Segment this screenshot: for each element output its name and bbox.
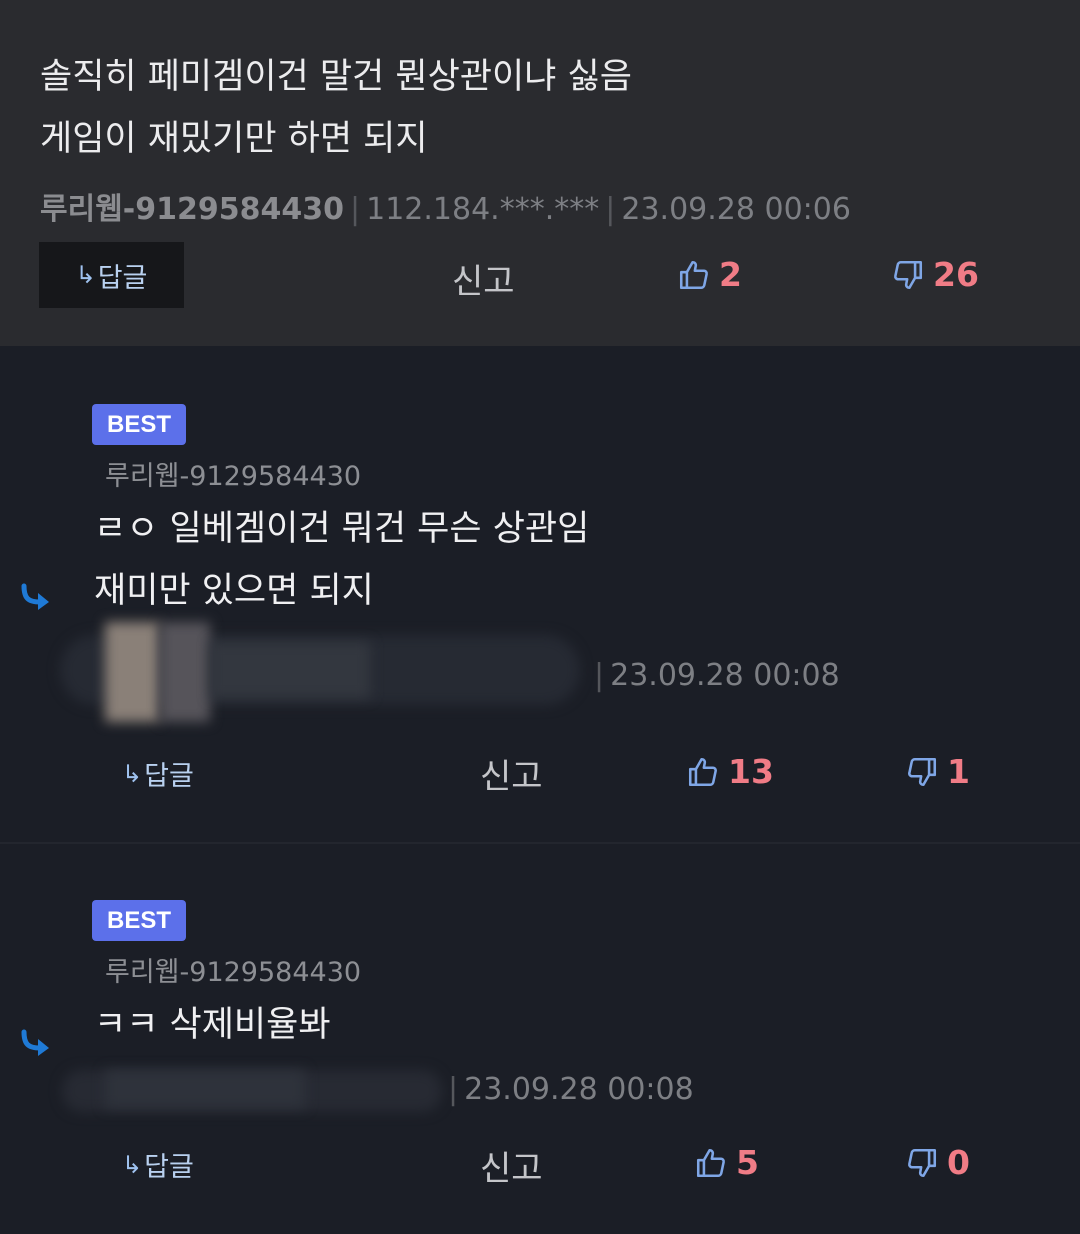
- thumbs-down-icon: [908, 1148, 937, 1177]
- meta-separator: |: [605, 192, 616, 227]
- post-downvote-button[interactable]: 26: [891, 255, 979, 294]
- reply-label: 답글: [144, 761, 194, 792]
- comment-meta: | 23.09.28 00:08: [588, 658, 840, 693]
- downvote-count: 26: [933, 255, 979, 294]
- comment-author[interactable]: 루리웹-9129584430: [105, 454, 361, 493]
- comment-text-line-1: ㅋㅋ 삭제비율봐: [94, 1005, 331, 1045]
- comment-downvote-button[interactable]: 1: [905, 752, 970, 791]
- post-datetime: 23.09.28 00:06: [621, 192, 851, 227]
- thumbs-up-icon: [688, 757, 717, 786]
- meta-separator: |: [350, 192, 361, 227]
- reply-label: 답글: [144, 1152, 194, 1183]
- upvote-count: 13: [728, 752, 774, 791]
- best-badge: BEST: [92, 404, 186, 445]
- comment-meta: | 23.09.28 00:08: [442, 1072, 694, 1107]
- reply-label: 답글: [97, 262, 148, 294]
- reply-arrow-icon: ↳: [122, 1150, 143, 1179]
- comment-text-line-2: 재미만 있으면 되지: [94, 571, 374, 611]
- comment-upvote-button[interactable]: 5: [694, 1143, 759, 1182]
- post-upvote-button[interactable]: 2: [677, 255, 742, 294]
- post-text-line-1: 솔직히 페미겜이건 말건 뭔상관이냐 싫음: [40, 57, 632, 97]
- comment-downvote-button[interactable]: 0: [905, 1143, 970, 1182]
- reply-arrow-icon: ↳: [122, 759, 143, 788]
- post-text-line-2: 게임이 재밌기만 하면 되지: [40, 119, 428, 159]
- reply-indent-icon: [21, 1029, 49, 1056]
- downvote-count: 0: [947, 1143, 970, 1182]
- comment-text-line-1: ㄹㅇ 일베겜이건 뭐건 무슨 상관임: [94, 509, 590, 549]
- thumbs-up-icon: [679, 260, 708, 289]
- meta-separator: |: [594, 658, 605, 693]
- post-author[interactable]: 루리웹-9129584430: [40, 192, 344, 227]
- thumbs-down-icon: [908, 757, 937, 786]
- comment-upvote-button[interactable]: 13: [686, 752, 774, 791]
- reply-arrow-icon: ↳: [75, 261, 96, 289]
- comment-reply-button[interactable]: ↳ 답글: [122, 1145, 194, 1184]
- post-card: 솔직히 페미겜이건 말건 뭔상관이냐 싫음 게임이 재밌기만 하면 되지 루리웹…: [0, 0, 1080, 346]
- post-report-button[interactable]: 신고: [452, 254, 515, 303]
- comment-reply-button[interactable]: ↳ 답글: [122, 754, 194, 793]
- meta-separator: |: [448, 1072, 459, 1107]
- downvote-count: 1: [947, 752, 970, 791]
- upvote-count: 5: [736, 1143, 759, 1182]
- thumbs-down-icon: [894, 260, 923, 289]
- comment-report-button[interactable]: 신고: [480, 1141, 543, 1190]
- comment-report-button[interactable]: 신고: [480, 749, 543, 798]
- best-badge: BEST: [92, 900, 186, 941]
- comment-datetime: 23.09.28 00:08: [464, 1072, 694, 1107]
- comment-divider: [0, 842, 1080, 844]
- reply-indent-icon: [21, 583, 49, 610]
- thumbs-up-icon: [696, 1148, 725, 1177]
- post-ip: 112.184.***.***: [366, 192, 600, 227]
- comment-author[interactable]: 루리웹-9129584430: [105, 950, 361, 989]
- post-reply-button[interactable]: ↳ 답글: [39, 242, 184, 308]
- upvote-count: 2: [719, 255, 742, 294]
- comment-datetime: 23.09.28 00:08: [610, 658, 840, 693]
- post-meta: 루리웹-9129584430 | 112.184.***.*** | 23.09.28 …: [40, 184, 851, 228]
